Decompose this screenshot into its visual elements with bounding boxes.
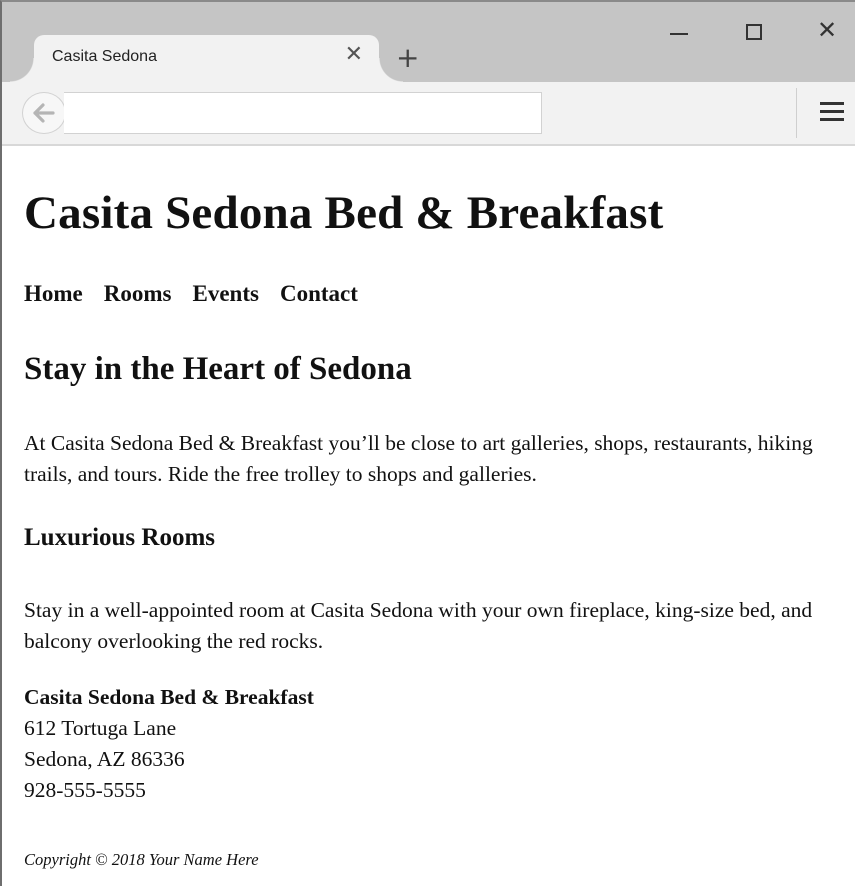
back-button[interactable] bbox=[22, 92, 66, 134]
contact-address: Casita Sedona Bed & Breakfast 612 Tortug… bbox=[24, 682, 314, 806]
site-title: Casita Sedona Bed & Breakfast bbox=[24, 187, 664, 239]
toolbar-divider bbox=[796, 88, 797, 138]
nav-link-events[interactable]: Events bbox=[193, 281, 259, 306]
tab-casita-sedona[interactable]: Casita Sedona ✕ bbox=[10, 35, 403, 82]
main-nav: Home Rooms Events Contact bbox=[24, 281, 375, 307]
hero-heading: Stay in the Heart of Sedona bbox=[24, 351, 412, 387]
window-close-icon[interactable]: ✕ bbox=[817, 18, 837, 42]
arrow-left-icon bbox=[33, 103, 55, 123]
street-address: 612 Tortuga Lane bbox=[24, 716, 177, 740]
address-bar[interactable] bbox=[64, 92, 542, 134]
minimize-icon[interactable] bbox=[670, 33, 688, 35]
intro-paragraph: At Casita Sedona Bed & Breakfast you’ll … bbox=[24, 431, 813, 486]
nav-link-home[interactable]: Home bbox=[24, 281, 83, 306]
tab-strip: Casita Sedona ✕ + ✕ bbox=[2, 2, 855, 82]
nav-link-rooms[interactable]: Rooms bbox=[104, 281, 172, 306]
navigation-toolbar bbox=[2, 82, 855, 146]
business-name: Casita Sedona Bed & Breakfast bbox=[24, 685, 314, 709]
rooms-heading: Luxurious Rooms bbox=[24, 524, 216, 551]
close-icon[interactable]: ✕ bbox=[345, 44, 363, 66]
nav-link-contact[interactable]: Contact bbox=[280, 281, 358, 306]
phone-number: 928-555-5555 bbox=[24, 778, 146, 802]
tab-title: Casita Sedona bbox=[52, 48, 157, 65]
city-state-zip: Sedona, AZ 86336 bbox=[24, 747, 185, 771]
rooms-paragraph: Stay in a well-appointed room at Casita … bbox=[24, 598, 813, 653]
new-tab-button[interactable]: + bbox=[396, 44, 419, 72]
hamburger-menu-icon[interactable] bbox=[820, 102, 844, 122]
copyright-footer: Copyright © 2018 Your Name Here bbox=[24, 850, 259, 869]
maximize-icon[interactable] bbox=[746, 24, 762, 40]
browser-window: Casita Sedona ✕ + ✕ Casita Sedona Bed & … bbox=[0, 0, 855, 886]
